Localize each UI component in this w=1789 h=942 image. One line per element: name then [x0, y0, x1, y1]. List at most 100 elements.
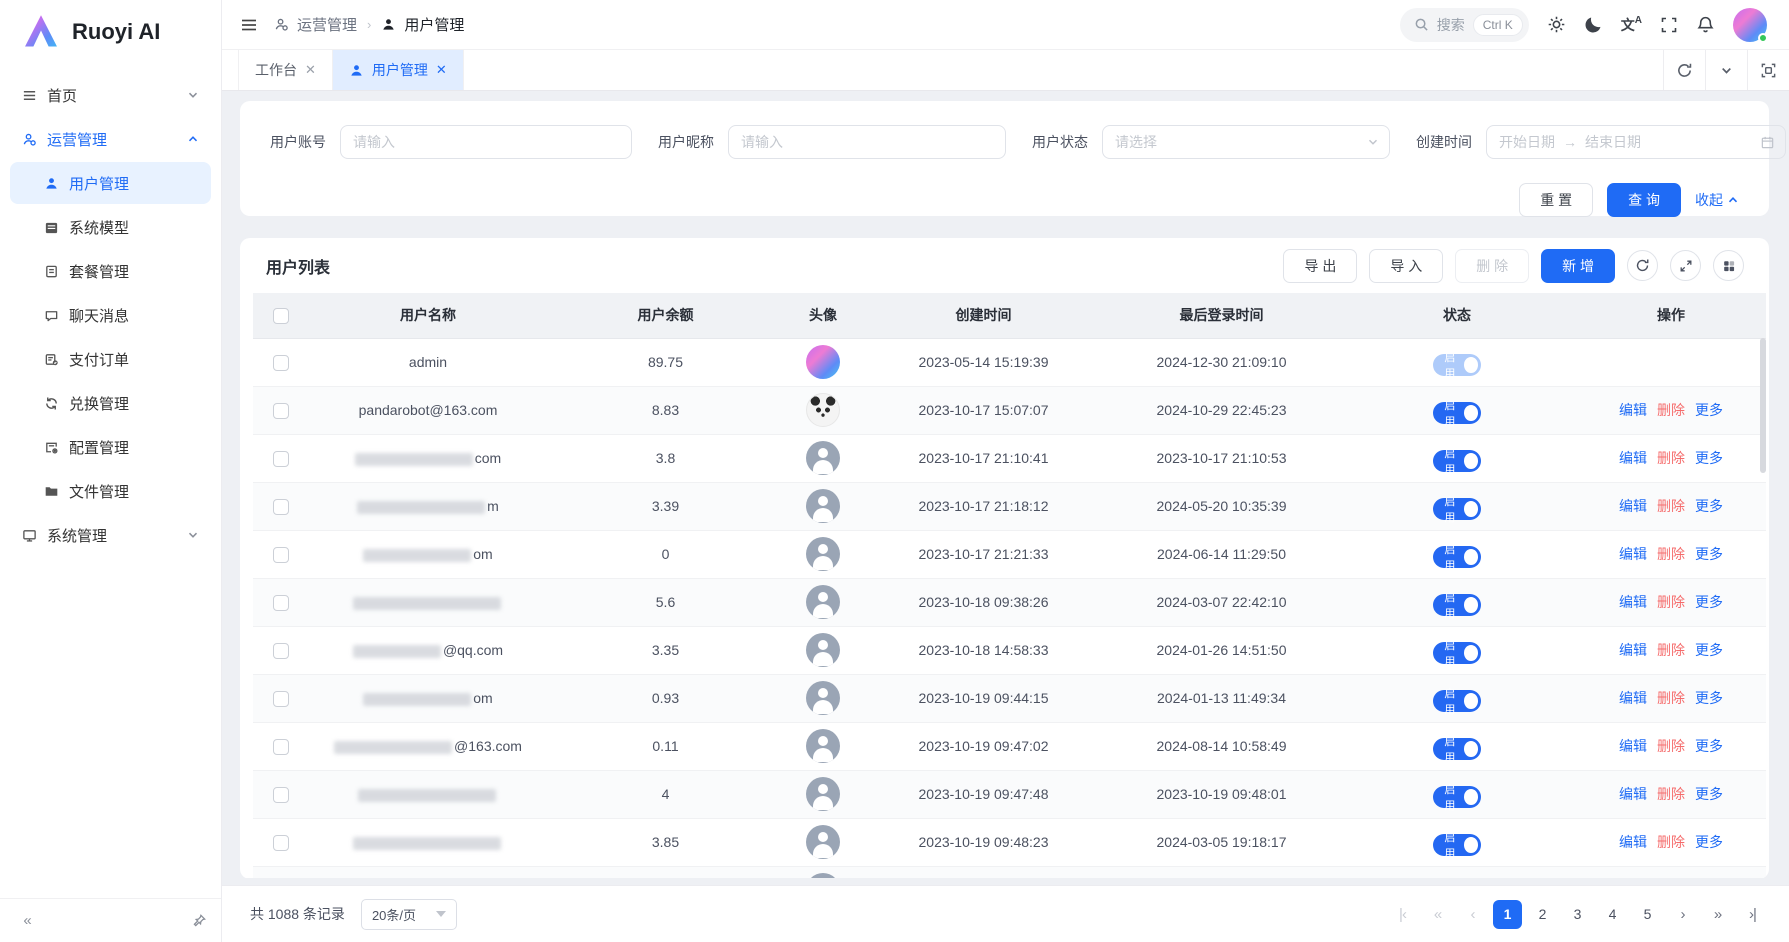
row-checkbox[interactable]	[273, 835, 289, 851]
status-toggle[interactable]: 启用	[1433, 354, 1481, 376]
settings-icon[interactable]	[1547, 15, 1566, 34]
edit-link[interactable]: 编辑	[1619, 688, 1647, 708]
dark-mode-moon-icon[interactable]	[1584, 15, 1603, 34]
status-toggle[interactable]: 启用	[1433, 450, 1481, 472]
more-link[interactable]: 更多	[1695, 640, 1723, 660]
more-link[interactable]: 更多	[1695, 736, 1723, 756]
status-toggle[interactable]: 启用	[1433, 546, 1481, 568]
sidebar-item[interactable]: 兑换管理	[10, 382, 211, 424]
date-range-picker[interactable]: 开始日期 → 结束日期	[1486, 125, 1786, 159]
delete-link[interactable]: 删除	[1657, 400, 1685, 420]
status-toggle[interactable]: 启用	[1433, 738, 1481, 760]
sidebar-item[interactable]: 系统模型	[10, 206, 211, 248]
delete-link[interactable]: 删除	[1657, 496, 1685, 516]
delete-link[interactable]: 删除	[1657, 688, 1685, 708]
more-link[interactable]: 更多	[1695, 448, 1723, 468]
delete-link[interactable]: 删除	[1657, 832, 1685, 852]
row-checkbox[interactable]	[273, 451, 289, 467]
status-toggle[interactable]: 启用	[1433, 786, 1481, 808]
sidebar-item[interactable]: 文件管理	[10, 470, 211, 512]
more-link[interactable]: 更多	[1695, 592, 1723, 612]
row-checkbox[interactable]	[273, 691, 289, 707]
sidebar-collapse-button[interactable]: «	[14, 908, 40, 934]
status-select[interactable]: 请选择	[1102, 125, 1390, 159]
status-toggle[interactable]: 启用	[1433, 690, 1481, 712]
page-button[interactable]: 4	[1598, 900, 1627, 929]
bell-icon[interactable]	[1696, 15, 1715, 34]
sidebar-item[interactable]: 支付订单	[10, 338, 211, 380]
fullscreen-icon[interactable]	[1660, 16, 1678, 34]
status-toggle[interactable]: 启用	[1433, 498, 1481, 520]
edit-link[interactable]: 编辑	[1619, 448, 1647, 468]
close-icon[interactable]: ✕	[305, 62, 316, 78]
next-group-button[interactable]: »	[1703, 900, 1732, 929]
edit-link[interactable]: 编辑	[1619, 400, 1647, 420]
edit-link[interactable]: 编辑	[1619, 592, 1647, 612]
delete-button[interactable]: 删 除	[1455, 249, 1529, 283]
global-search[interactable]: 搜索 Ctrl K	[1400, 8, 1529, 42]
delete-link[interactable]: 删除	[1657, 544, 1685, 564]
query-button[interactable]: 查 询	[1607, 183, 1681, 217]
page-button[interactable]: 1	[1493, 900, 1522, 929]
prev-group-button[interactable]: «	[1423, 900, 1452, 929]
last-page-button[interactable]: ›|	[1738, 900, 1767, 929]
column-settings-icon[interactable]	[1713, 250, 1744, 281]
delete-link[interactable]: 删除	[1657, 448, 1685, 468]
select-all-checkbox[interactable]	[273, 308, 289, 324]
more-link[interactable]: 更多	[1695, 784, 1723, 804]
sidebar-item[interactable]: 系统管理	[10, 514, 211, 556]
nickname-input[interactable]	[728, 125, 1006, 159]
row-checkbox[interactable]	[273, 499, 289, 515]
user-avatar[interactable]	[1733, 8, 1767, 42]
page-button[interactable]: 2	[1528, 900, 1557, 929]
refresh-icon[interactable]	[1627, 250, 1658, 281]
delete-link[interactable]: 删除	[1657, 640, 1685, 660]
edit-link[interactable]: 编辑	[1619, 544, 1647, 564]
row-checkbox[interactable]	[273, 595, 289, 611]
more-link[interactable]: 更多	[1695, 688, 1723, 708]
expand-icon[interactable]	[1670, 250, 1701, 281]
logo[interactable]: Ruoyi AI	[0, 0, 221, 64]
sidebar-item[interactable]: 运营管理	[10, 118, 211, 160]
edit-link[interactable]: 编辑	[1619, 640, 1647, 660]
sidebar-item[interactable]: 首页	[10, 74, 211, 116]
export-button[interactable]: 导 出	[1283, 249, 1357, 283]
more-link[interactable]: 更多	[1695, 832, 1723, 852]
pin-icon[interactable]	[192, 913, 207, 928]
more-link[interactable]: 更多	[1695, 400, 1723, 420]
edit-link[interactable]: 编辑	[1619, 832, 1647, 852]
status-toggle[interactable]: 启用	[1433, 834, 1481, 856]
first-page-button[interactable]: |‹	[1388, 900, 1417, 929]
fullscreen-exit-icon[interactable]	[1747, 50, 1789, 90]
delete-link[interactable]: 删除	[1657, 592, 1685, 612]
row-checkbox[interactable]	[273, 787, 289, 803]
edit-link[interactable]: 编辑	[1619, 496, 1647, 516]
prev-page-button[interactable]: ‹	[1458, 900, 1487, 929]
delete-link[interactable]: 删除	[1657, 736, 1685, 756]
row-checkbox[interactable]	[273, 547, 289, 563]
menu-toggle-icon[interactable]	[240, 16, 258, 34]
refresh-icon[interactable]	[1663, 50, 1705, 90]
page-button[interactable]: 3	[1563, 900, 1592, 929]
sidebar-item[interactable]: 套餐管理	[10, 250, 211, 292]
row-checkbox[interactable]	[273, 643, 289, 659]
chevron-down-icon[interactable]	[1705, 50, 1747, 90]
more-link[interactable]: 更多	[1695, 496, 1723, 516]
sidebar-item[interactable]: 配置管理	[10, 426, 211, 468]
tab-workbench[interactable]: 工作台 ✕	[238, 50, 333, 90]
close-icon[interactable]: ✕	[436, 62, 447, 78]
row-checkbox[interactable]	[273, 355, 289, 371]
status-toggle[interactable]: 启用	[1433, 402, 1481, 424]
edit-link[interactable]: 编辑	[1619, 736, 1647, 756]
sidebar-item[interactable]: 用户管理	[10, 162, 211, 204]
page-size-select[interactable]: 20条/页	[361, 899, 457, 930]
more-link[interactable]: 更多	[1695, 544, 1723, 564]
row-checkbox[interactable]	[273, 739, 289, 755]
status-toggle[interactable]: 启用	[1433, 594, 1481, 616]
reset-button[interactable]: 重 置	[1519, 183, 1593, 217]
language-translate-icon[interactable]: 文A	[1621, 15, 1642, 35]
edit-link[interactable]: 编辑	[1619, 784, 1647, 804]
account-input[interactable]	[340, 125, 632, 159]
status-toggle[interactable]: 启用	[1433, 642, 1481, 664]
collapse-filter-link[interactable]: 收起	[1695, 190, 1739, 210]
